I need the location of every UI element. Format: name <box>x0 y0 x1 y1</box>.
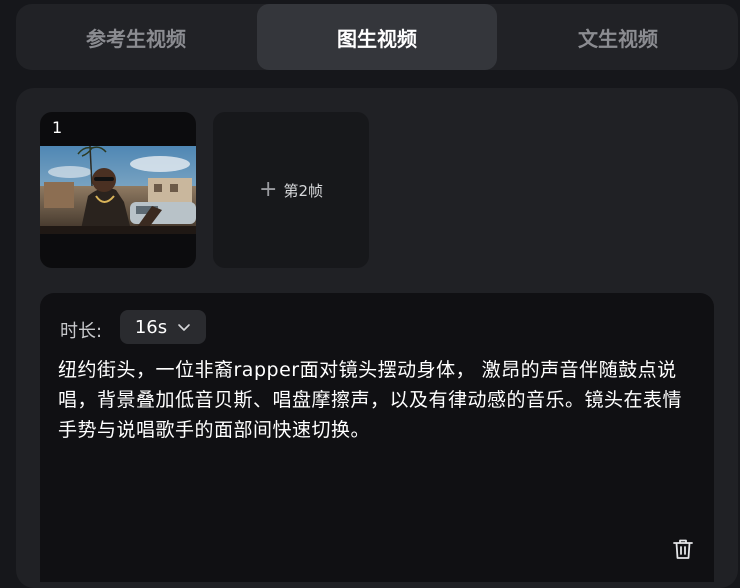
frame-number: 1 <box>52 118 63 137</box>
prompt-textarea[interactable]: 纽约街头，一位非裔rapper面对镜头摆动身体， 激昂的声音伴随鼓点说唱，背景叠… <box>58 355 698 445</box>
tab-label: 文生视频 <box>578 26 658 51</box>
duration-label: 时长: <box>60 321 103 342</box>
mode-tabs: 参考生视频 图生视频 文生视频 <box>16 4 738 70</box>
duration-dropdown[interactable]: 16s <box>120 310 206 344</box>
add-frame-2-button[interactable]: + 第2帧 <box>213 112 369 268</box>
tab-text-to-video[interactable]: 文生视频 <box>498 4 738 70</box>
frame-image <box>40 146 196 234</box>
chevron-down-icon <box>178 324 190 331</box>
prompt-box: 时长: 16s 纽约街头，一位非裔rapper面对镜头摆动身体， 激昂的声音伴随… <box>40 293 714 582</box>
tab-reference-video[interactable]: 参考生视频 <box>16 4 256 70</box>
plus-icon: + <box>259 177 278 202</box>
tab-label: 图生视频 <box>337 26 417 51</box>
frame-1-thumbnail[interactable]: 1 <box>40 112 196 268</box>
add-frame-label: 第2帧 <box>283 181 323 200</box>
add-frame-label-wrap: + 第2帧 <box>259 179 323 201</box>
duration-value: 16s <box>134 316 168 338</box>
tab-image-to-video[interactable]: 图生视频 <box>257 4 497 70</box>
tab-label: 参考生视频 <box>86 26 186 51</box>
trash-icon[interactable] <box>670 536 696 562</box>
